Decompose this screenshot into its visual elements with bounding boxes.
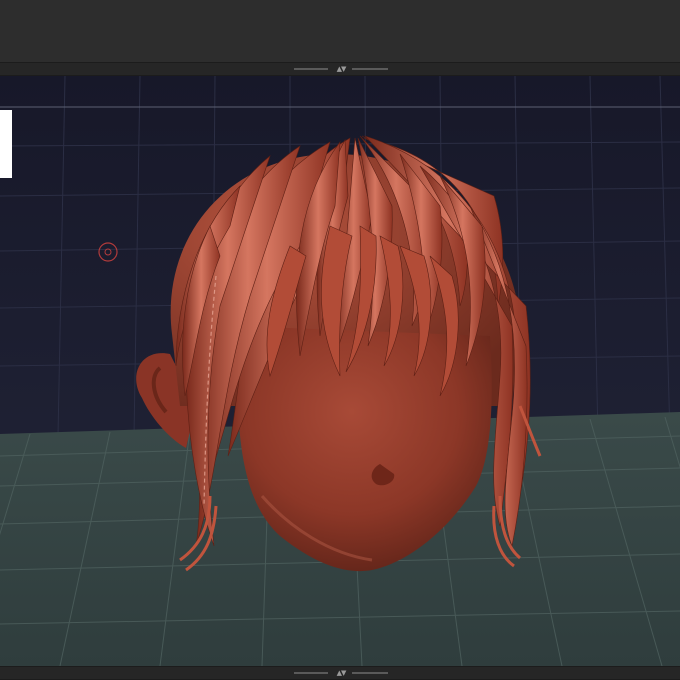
splitter-grip-left <box>294 672 328 674</box>
splitter-grip-right <box>352 68 388 70</box>
gizmo-target-icon[interactable] <box>97 241 119 263</box>
collapse-arrows-icon[interactable]: ▲▼ <box>332 668 350 678</box>
collapse-arrows-icon[interactable]: ▲▼ <box>332 64 350 74</box>
bottom-panel-splitter[interactable]: ▲▼ <box>0 666 680 680</box>
top-panel-splitter[interactable]: ▲▼ <box>0 62 680 76</box>
viewport-scene <box>0 76 680 666</box>
splitter-grip-right <box>352 672 388 674</box>
top-toolbar <box>0 0 680 62</box>
splitter-grip-left <box>294 68 328 70</box>
3d-viewport[interactable] <box>0 76 680 666</box>
document-tab[interactable] <box>0 110 12 178</box>
